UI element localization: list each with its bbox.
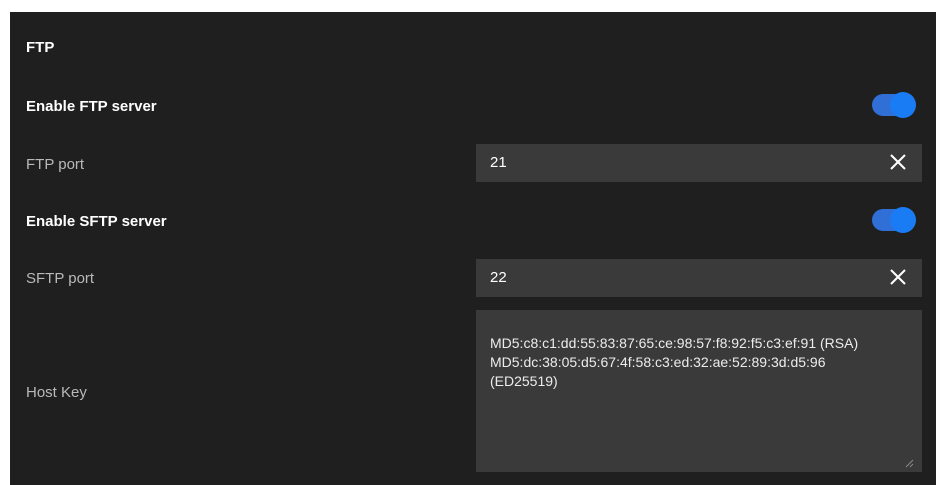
toggle-knob	[890, 207, 916, 233]
ftp-settings-panel: FTP Enable FTP server FTP port 21 Enable…	[10, 12, 936, 485]
ftp-port-label: FTP port	[26, 156, 85, 173]
sftp-port-value[interactable]: 22	[490, 269, 507, 286]
section-title: FTP	[26, 39, 55, 56]
host-key-label: Host Key	[26, 384, 87, 401]
host-key-line: MD5:c8:c1:dd:55:83:87:65:ce:98:57:f8:92:…	[490, 335, 859, 351]
toggle-knob	[890, 92, 916, 118]
close-icon[interactable]	[888, 152, 908, 172]
host-key-textarea[interactable]: MD5:c8:c1:dd:55:83:87:65:ce:98:57:f8:92:…	[476, 310, 922, 472]
enable-ftp-label: Enable FTP server	[26, 98, 157, 115]
host-key-line: (ED25519)	[490, 373, 558, 389]
close-icon[interactable]	[888, 267, 908, 287]
sftp-port-label: SFTP port	[26, 270, 95, 287]
enable-ftp-toggle[interactable]	[872, 92, 916, 118]
enable-sftp-label: Enable SFTP server	[26, 213, 167, 230]
resize-grip-icon[interactable]	[904, 458, 914, 468]
host-key-line: MD5:dc:38:05:d5:67:4f:58:c3:ed:32:ae:52:…	[490, 354, 826, 370]
ftp-port-value[interactable]: 21	[490, 154, 507, 171]
ftp-port-field[interactable]: 21	[476, 144, 922, 182]
sftp-port-field[interactable]: 22	[476, 259, 922, 297]
enable-sftp-toggle[interactable]	[872, 207, 916, 233]
